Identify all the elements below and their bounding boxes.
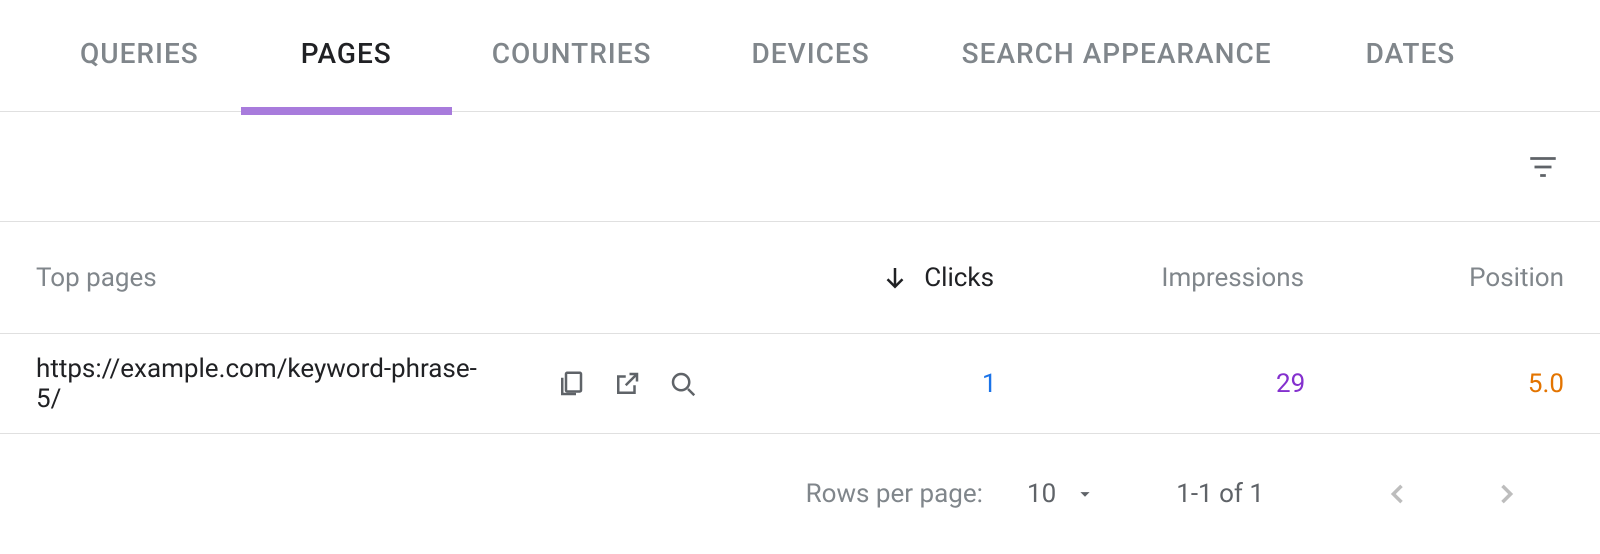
pagination-bar: Rows per page: 10 1-1 of 1 xyxy=(0,434,1600,554)
filter-icon[interactable] xyxy=(1526,150,1560,184)
row-impressions-value: 29 xyxy=(997,369,1306,399)
tab-pages[interactable]: PAGES xyxy=(301,0,392,114)
column-header-clicks-label: Clicks xyxy=(924,263,994,293)
table-header-row: Top pages Clicks Impressions Position xyxy=(0,222,1600,334)
rows-per-page-label: Rows per page: xyxy=(806,479,983,509)
column-header-position[interactable]: Position xyxy=(1304,263,1564,293)
row-clicks-value: 1 xyxy=(698,369,997,399)
column-header-impressions[interactable]: Impressions xyxy=(994,263,1304,293)
rows-per-page-selector[interactable]: 10 xyxy=(1027,479,1096,509)
pagination-range: 1-1 of 1 xyxy=(1176,479,1264,509)
copy-icon[interactable] xyxy=(556,369,586,399)
next-page-button[interactable] xyxy=(1472,480,1540,508)
tab-queries[interactable]: QUERIES xyxy=(80,0,199,114)
column-header-top-pages[interactable]: Top pages xyxy=(36,263,694,293)
rows-per-page-value: 10 xyxy=(1027,479,1056,509)
row-position-value: 5.0 xyxy=(1305,369,1564,399)
tab-devices[interactable]: DEVICES xyxy=(752,0,870,114)
tab-countries[interactable]: COUNTRIES xyxy=(492,0,652,114)
table-row[interactable]: https://example.com/keyword-phrase-5/ 1 … xyxy=(0,334,1600,434)
tab-search-appearance[interactable]: SEARCH APPEARANCE xyxy=(962,0,1272,114)
tabs-bar: QUERIES PAGES COUNTRIES DEVICES SEARCH A… xyxy=(0,0,1600,112)
column-header-clicks[interactable]: Clicks xyxy=(694,263,994,293)
search-icon[interactable] xyxy=(668,369,698,399)
prev-page-button[interactable] xyxy=(1364,480,1432,508)
dropdown-caret-icon xyxy=(1074,483,1096,505)
row-url: https://example.com/keyword-phrase-5/ xyxy=(36,354,500,414)
filter-bar xyxy=(0,112,1600,222)
performance-table-panel: QUERIES PAGES COUNTRIES DEVICES SEARCH A… xyxy=(0,0,1600,554)
open-new-tab-icon[interactable] xyxy=(612,369,642,399)
tab-dates[interactable]: DATES xyxy=(1366,0,1456,114)
sort-desc-icon xyxy=(880,263,910,293)
